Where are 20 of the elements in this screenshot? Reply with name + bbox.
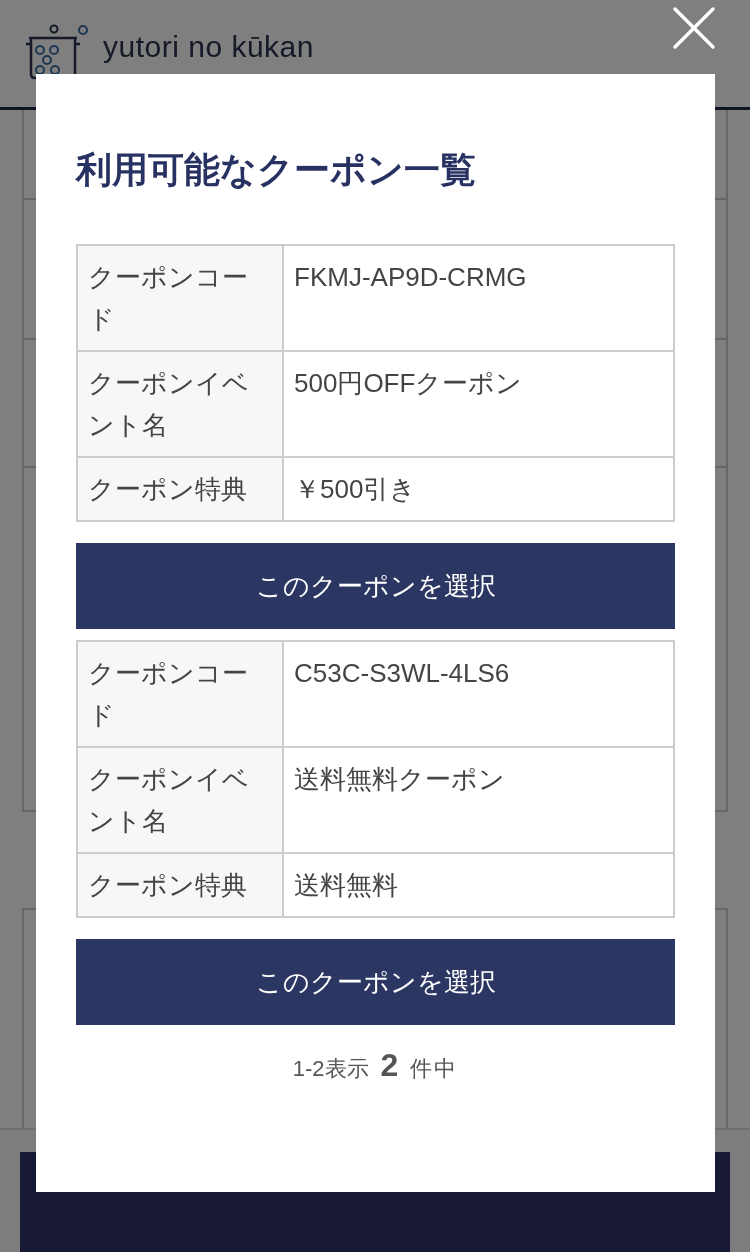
row-label-cell: クーポンコード — [78, 642, 284, 746]
table-cell-text: C53C-S3WL-4LS6 — [293, 657, 511, 690]
close-icon[interactable] — [672, 6, 716, 50]
row-label-cell: クーポンイベント名 — [78, 748, 284, 852]
table-cell-text: 500円OFFクーポン — [293, 367, 524, 400]
row-label-cell: クーポンコード — [78, 246, 284, 350]
logo-text: yutori no kūkan — [103, 30, 314, 64]
table-cell-text: 送料無料 — [293, 869, 399, 902]
table-cell-text: ￥500引き — [293, 473, 418, 506]
table-cell-text: 送料無料クーポン — [293, 763, 506, 796]
table-cell-text: FKMJ-AP9D-CRMG — [293, 261, 528, 294]
row-label-cell: クーポン特典 — [78, 458, 284, 520]
row-label-cell: クーポン特典 — [78, 854, 284, 916]
row-label-cell: クーポンイベント名 — [78, 352, 284, 456]
select-coupon-button[interactable]: このクーポンを選択 — [76, 939, 675, 1025]
pagination-suffix: 件中 — [410, 1055, 459, 1083]
modal-title: 利用可能なクーポン一覧 — [76, 148, 477, 192]
pagination-total: 2 — [380, 1046, 399, 1085]
select-coupon-button[interactable]: このクーポンを選択 — [76, 543, 675, 629]
pagination-range: 1-2表示 — [292, 1055, 369, 1083]
